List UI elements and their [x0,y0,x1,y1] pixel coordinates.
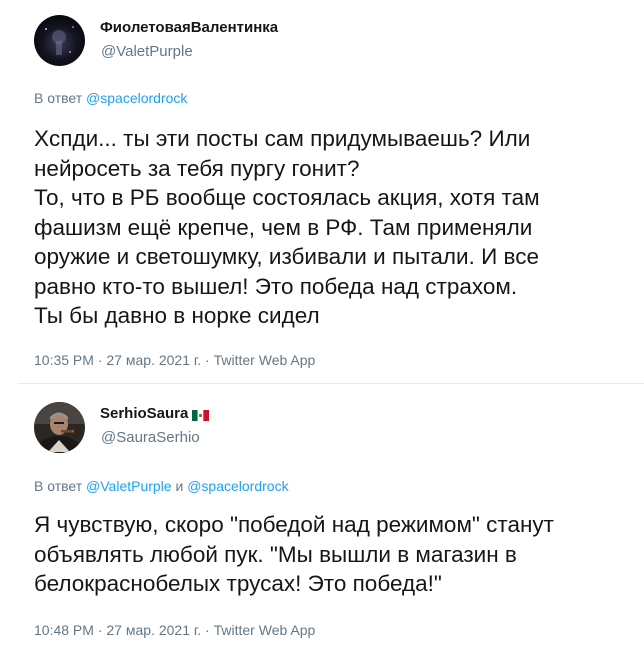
tweet-text-line: оружие и светошумку, избивали и пытали. … [34,244,539,269]
meta-separator: · [205,622,210,638]
meta-separator: · [205,352,210,368]
tweet-1: ФиолетоваяВалентинка @ValetPurple В отве… [0,0,644,384]
tweet-text-line: объявлять любой пук. "Мы вышли в магазин… [34,541,517,567]
reply-context: В ответ @ValetPurple и @spacelordrock [34,478,289,494]
tweet-meta: 10:35 PM · 27 мар. 2021 г. · Twitter Web… [34,352,315,368]
tweet-text: Я чувствую, скоро "победой над режимом" … [34,510,634,599]
tweet-text-line: То, что в РБ вообще состоялась акция, хо… [34,185,540,210]
tweet-time[interactable]: 10:48 PM [34,622,94,638]
tweet-text-line: нейросеть за тебя пургу гонит? [34,155,360,181]
man-with-cigar-avatar-icon [34,402,85,453]
tweet-meta: 10:48 PM · 27 мар. 2021 г. · Twitter Web… [34,622,315,638]
avatar[interactable] [34,15,85,66]
reply-context: В ответ @spacelordrock [34,90,187,106]
tweet-text-line: Я чувствую, скоро "победой над режимом" … [34,512,554,537]
reply-prefix: В ответ [34,90,83,106]
reply-prefix: В ответ [34,478,83,494]
reply-mention-link[interactable]: @ValetPurple [86,478,172,494]
tweet-text-line: белокраснобелых трусах! Это победа!" [34,571,442,596]
author-display-name[interactable]: SerhioSaura [100,405,188,422]
tweet-text-line: Ты бы давно в норке сидел [34,303,320,328]
author-handle[interactable]: @SauraSerhio [101,429,200,446]
author-handle[interactable]: @ValetPurple [101,43,193,60]
tweet-source[interactable]: Twitter Web App [214,622,316,638]
tweet-time[interactable]: 10:35 PM [34,352,94,368]
reply-mention-link[interactable]: @spacelordrock [86,90,187,106]
tweet-date[interactable]: 27 мар. 2021 г. [106,352,201,368]
tweet-date[interactable]: 27 мар. 2021 г. [106,622,201,638]
tweet-text-line: фашизм ещё крепче, чем в РФ. Там применя… [34,214,533,240]
reply-conjunction: и [175,478,184,494]
tweet-2: SerhioSaura @SauraSerhio В ответ @ValetP… [0,384,644,653]
dark-space-avatar-icon [34,15,85,66]
avatar[interactable] [34,402,85,453]
meta-separator: · [97,352,103,368]
tweet-text: Хспди... ты эти посты сам придумываешь? … [34,124,634,331]
tweet-text-line: равно кто-то вышел! Это победа над страх… [34,273,518,299]
tweet-source[interactable]: Twitter Web App [214,352,316,368]
reply-mention-link[interactable]: @spacelordrock [187,478,288,494]
mexico-flag-icon [192,408,210,421]
tweet-text-line: Хспди... ты эти посты сам придумываешь? … [34,126,531,151]
meta-separator: · [97,622,103,638]
author-display-name[interactable]: ФиолетоваяВалентинка [100,19,278,36]
